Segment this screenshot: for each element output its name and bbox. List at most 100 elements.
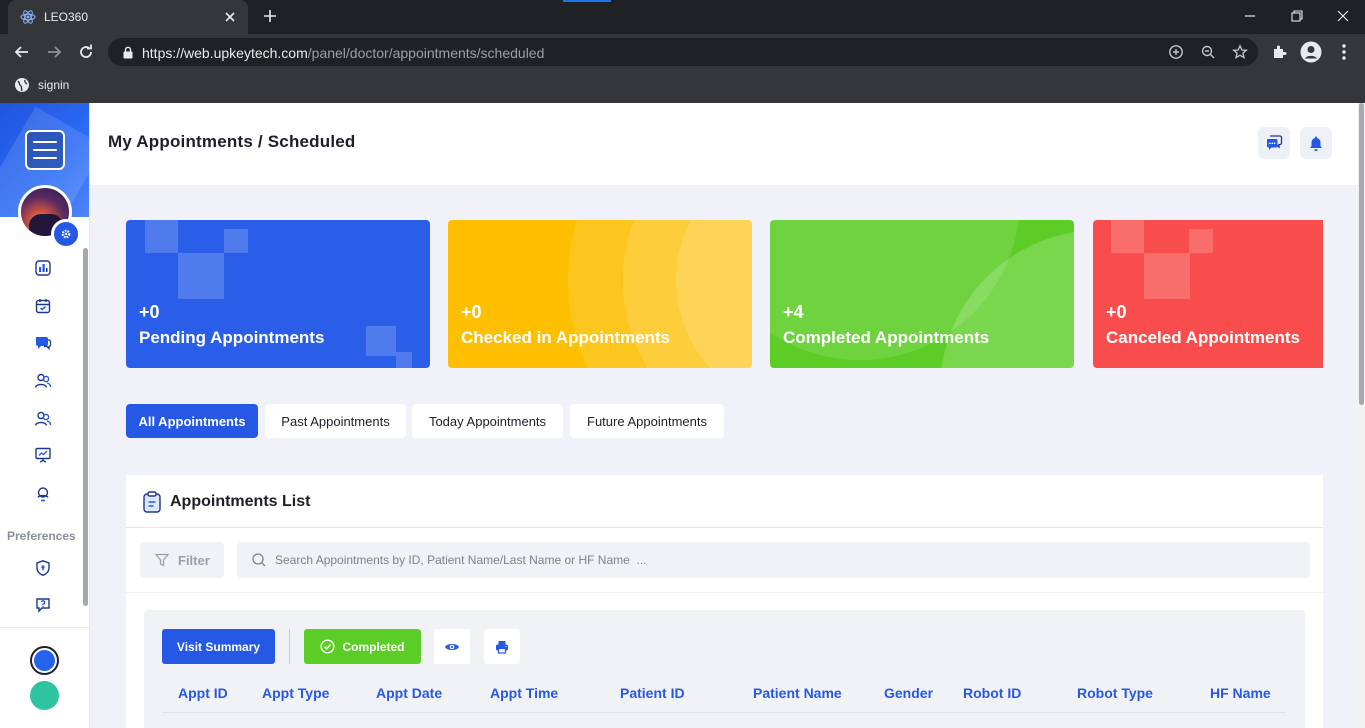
- column-header-patient-id[interactable]: Patient ID: [620, 685, 685, 701]
- header-divider: [162, 712, 1286, 713]
- completed-label: Completed: [342, 639, 405, 654]
- theme-color-teal[interactable]: [30, 681, 59, 710]
- column-header-appt-time[interactable]: Appt Time: [490, 685, 558, 701]
- card-label: Pending Appointments: [139, 328, 325, 347]
- page-scrollbar[interactable]: [1358, 103, 1365, 728]
- canceled-appointments-card[interactable]: +0 Canceled Appointments: [1093, 220, 1323, 368]
- sidebar-divider: [0, 627, 89, 628]
- filter-label: Filter: [178, 552, 210, 568]
- globe-icon: [14, 77, 30, 93]
- profile-icon[interactable]: [1300, 41, 1322, 63]
- bell-icon: [1308, 135, 1324, 152]
- lock-icon: [122, 46, 134, 59]
- messages-button[interactable]: [1258, 127, 1290, 159]
- preferences-label: Preferences: [7, 529, 76, 543]
- view-button[interactable]: [434, 629, 470, 664]
- tab-past-appointments[interactable]: Past Appointments: [265, 404, 406, 438]
- divider: [126, 592, 1323, 593]
- chat-icon[interactable]: [33, 333, 53, 353]
- column-header-hf-name[interactable]: HF Name: [1210, 685, 1271, 701]
- sidebar-scrollbar[interactable]: [83, 248, 88, 606]
- presentation-icon[interactable]: [33, 445, 53, 465]
- reload-icon[interactable]: [77, 43, 95, 61]
- url-text: https://web.upkeytech.com/panel/doctor/a…: [142, 45, 544, 61]
- card-count: +4: [783, 302, 804, 322]
- print-button[interactable]: [484, 629, 520, 664]
- url-host: https://web.upkeytech.com: [142, 45, 308, 61]
- appointments-table: Visit Summary Completed Appt ID Appt Typ…: [144, 610, 1305, 728]
- back-icon[interactable]: [13, 43, 31, 61]
- dashboard-icon[interactable]: [33, 258, 53, 278]
- settings-gear-icon[interactable]: [51, 219, 81, 249]
- column-header-robot-id[interactable]: Robot ID: [963, 685, 1021, 701]
- close-window-icon[interactable]: [1335, 8, 1351, 24]
- browser-toolbar: https://web.upkeytech.com/panel/doctor/a…: [0, 34, 1365, 70]
- card-label: Completed Appointments: [783, 328, 990, 347]
- minimize-icon[interactable]: [1242, 8, 1258, 24]
- column-header-appt-type[interactable]: Appt Type: [262, 685, 329, 701]
- hamburger-menu-button[interactable]: [25, 130, 65, 170]
- filter-icon: [154, 552, 170, 568]
- address-bar[interactable]: https://web.upkeytech.com/panel/doctor/a…: [108, 38, 1258, 66]
- tab-all-appointments[interactable]: All Appointments: [126, 404, 258, 438]
- panel-title: Appointments List: [170, 493, 311, 510]
- browser-tabbar: LEO360: [0, 0, 1365, 34]
- support-icon[interactable]: [33, 484, 53, 504]
- install-app-icon[interactable]: [1168, 44, 1184, 60]
- close-tab-icon[interactable]: [222, 9, 238, 25]
- react-favicon-icon: [20, 9, 36, 25]
- clipboard-icon: [141, 490, 163, 514]
- bookmark-star-icon[interactable]: [1232, 44, 1248, 60]
- page-header: My Appointments / Scheduled: [90, 103, 1365, 185]
- column-header-robot-type[interactable]: Robot Type: [1077, 685, 1153, 701]
- notifications-button[interactable]: [1300, 127, 1332, 159]
- completed-appointments-card[interactable]: +4 Completed Appointments: [770, 220, 1074, 368]
- column-header-appt-id[interactable]: Appt ID: [178, 685, 228, 701]
- help-icon[interactable]: [33, 595, 53, 615]
- bookmarks-bar: signin: [0, 70, 1365, 103]
- theme-color-blue[interactable]: [30, 646, 59, 675]
- zoom-icon[interactable]: [1200, 44, 1216, 60]
- eye-icon: [444, 641, 460, 653]
- restore-icon[interactable]: [1289, 8, 1305, 24]
- column-header-appt-date[interactable]: Appt Date: [376, 685, 442, 701]
- bookmark-signin[interactable]: signin: [14, 77, 69, 93]
- card-count: +0: [139, 302, 160, 322]
- scrollbar-thumb[interactable]: [1359, 103, 1364, 405]
- chat-bubbles-icon: [1265, 134, 1283, 152]
- check-circle-icon: [320, 639, 335, 654]
- bookmark-label: signin: [38, 78, 70, 92]
- tab-today-appointments[interactable]: Today Appointments: [412, 404, 563, 438]
- tab-indicator: [563, 0, 611, 2]
- completed-button[interactable]: Completed: [304, 629, 421, 664]
- users-icon[interactable]: [33, 371, 53, 391]
- browser-menu-icon[interactable]: [1338, 43, 1350, 61]
- checked-in-appointments-card[interactable]: +0 Checked in Appointments: [448, 220, 752, 368]
- new-tab-icon[interactable]: [262, 8, 278, 24]
- card-label: Canceled Appointments: [1106, 328, 1300, 347]
- search-field[interactable]: [237, 542, 1310, 578]
- shield-icon[interactable]: [33, 558, 53, 578]
- tab-title: LEO360: [44, 10, 89, 24]
- search-input[interactable]: [275, 553, 1175, 567]
- visit-summary-button[interactable]: Visit Summary: [162, 629, 275, 664]
- forward-icon[interactable]: [45, 43, 63, 61]
- toolbar-separator: [289, 629, 290, 664]
- extensions-icon[interactable]: [1271, 43, 1288, 60]
- column-header-gender[interactable]: Gender: [884, 685, 933, 701]
- url-path: /panel/doctor/appointments/scheduled: [307, 45, 545, 61]
- column-header-patient-name[interactable]: Patient Name: [753, 685, 842, 701]
- calendar-icon[interactable]: [33, 296, 53, 316]
- page-title: My Appointments / Scheduled: [108, 132, 356, 151]
- browser-tab[interactable]: LEO360: [8, 0, 248, 34]
- printer-icon: [495, 640, 509, 654]
- divider: [126, 527, 1323, 528]
- sidebar: Preferences: [0, 103, 90, 728]
- pending-appointments-card[interactable]: +0 Pending Appointments: [126, 220, 430, 368]
- card-label: Checked in Appointments: [461, 328, 671, 347]
- card-count: +0: [461, 302, 482, 322]
- filter-button[interactable]: Filter: [140, 542, 224, 578]
- appointments-panel: Appointments List Filter Visit Summary C…: [126, 475, 1323, 728]
- tab-future-appointments[interactable]: Future Appointments: [570, 404, 724, 438]
- users-alt-icon[interactable]: [33, 409, 53, 429]
